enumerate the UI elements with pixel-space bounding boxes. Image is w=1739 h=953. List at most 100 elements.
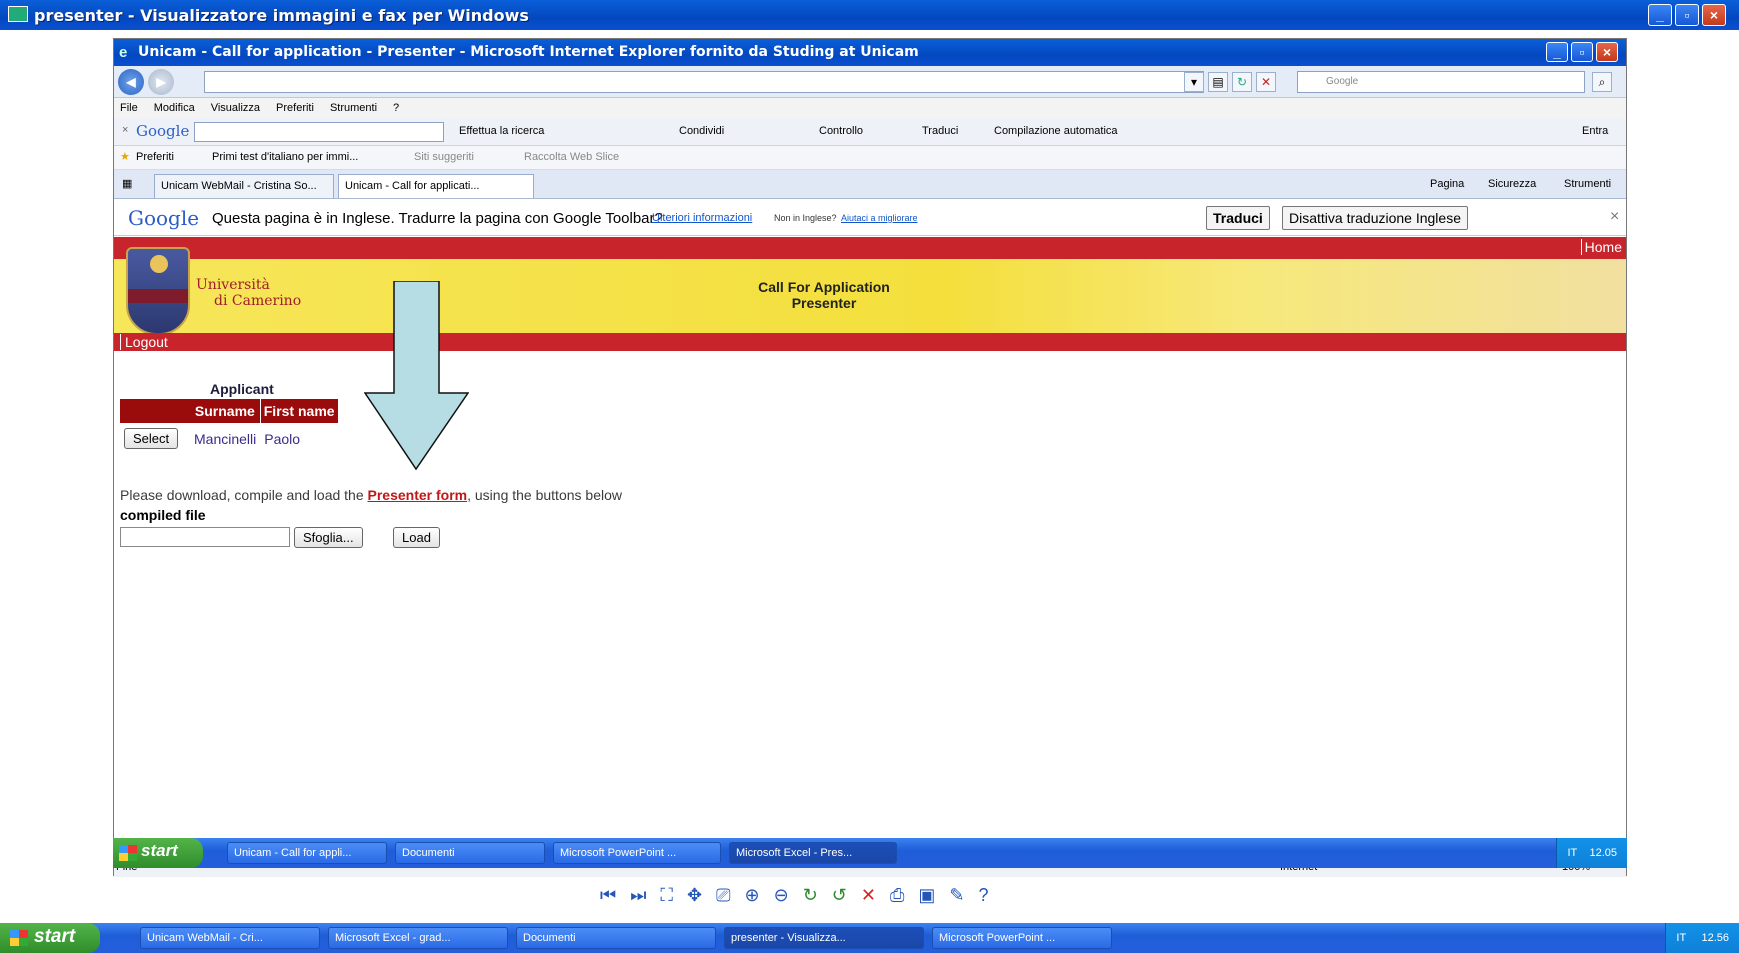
favorite-item-3[interactable]: Raccolta Web Slice xyxy=(524,151,619,163)
presenter-form-link[interactable]: Presenter form xyxy=(368,487,468,503)
column-first-name: First name xyxy=(259,399,338,423)
task-webmail[interactable]: Unicam WebMail - Cri... xyxy=(140,927,320,949)
home-link[interactable]: Home xyxy=(1580,239,1622,255)
autofill-button[interactable]: Compilazione automatica xyxy=(994,125,1118,137)
header-top-bar: Home xyxy=(114,237,1626,259)
compat-view-icon[interactable]: ▤ xyxy=(1208,72,1228,92)
menu-view[interactable]: Visualizza xyxy=(211,102,260,114)
print-icon[interactable]: ⎙ xyxy=(890,885,904,906)
actual-size-icon[interactable]: ✥ xyxy=(687,885,702,906)
more-info-link[interactable]: Ulteriori informazioni xyxy=(652,212,752,224)
ie-close-button[interactable]: × xyxy=(1596,42,1618,62)
menu-edit[interactable]: Modifica xyxy=(154,102,195,114)
start-button[interactable]: start xyxy=(0,923,100,953)
logout-link[interactable]: Logout xyxy=(120,334,168,350)
search-placeholder: Google xyxy=(1326,76,1359,87)
inner-task-ie[interactable]: Unicam - Call for appli... xyxy=(227,842,387,864)
task-presenter[interactable]: presenter - Visualizza... xyxy=(724,927,924,949)
select-button[interactable]: Select xyxy=(124,428,179,449)
maximize-button[interactable]: ▫ xyxy=(1675,4,1699,26)
page-menu[interactable]: Pagina xyxy=(1430,178,1464,190)
viewer-title: presenter - Visualizzatore immagini e fa… xyxy=(34,6,529,25)
quick-tabs-icon[interactable]: ▦ xyxy=(122,177,132,190)
close-button[interactable]: × xyxy=(1702,4,1726,26)
url-input[interactable] xyxy=(204,71,1204,93)
google-search-input[interactable] xyxy=(194,122,444,142)
menu-help[interactable]: ? xyxy=(393,102,399,114)
inner-task-powerpoint[interactable]: Microsoft PowerPoint ... xyxy=(553,842,721,864)
inner-start-label: start xyxy=(141,841,178,860)
viewer-title-bar: presenter - Visualizzatore immagini e fa… xyxy=(0,0,1739,30)
search-icon[interactable]: ⌕ xyxy=(1592,72,1612,92)
task-documents[interactable]: Documenti xyxy=(516,927,716,949)
favorites-button[interactable]: Preferiti xyxy=(136,151,174,163)
rotate-counterclockwise-icon[interactable]: ↺ xyxy=(832,885,847,906)
google-search-button[interactable]: Effettua la ricerca xyxy=(459,125,544,137)
favorites-bar: ★ Preferiti Primi test d'italiano per im… xyxy=(114,146,1626,170)
zoom-in-icon[interactable]: ⊕ xyxy=(745,885,760,906)
search-input[interactable]: Google xyxy=(1297,71,1585,93)
forward-arrow-icon[interactable]: ▶ xyxy=(148,69,174,95)
browse-button[interactable]: Sfoglia... xyxy=(294,527,363,548)
zoom-out-icon[interactable]: ⊖ xyxy=(774,885,789,906)
security-menu[interactable]: Sicurezza xyxy=(1488,178,1536,190)
applicant-title: Applicant xyxy=(210,381,274,397)
instruction-after: , using the buttons below xyxy=(467,487,622,503)
favorites-star-icon: ★ xyxy=(120,151,130,163)
translate-button[interactable]: Traduci xyxy=(1206,206,1270,230)
translate-menu-button[interactable]: Traduci xyxy=(922,125,958,137)
tab-webmail[interactable]: Unicam WebMail - Cristina So... xyxy=(154,174,334,198)
close-toolbar-icon[interactable]: × xyxy=(122,124,128,136)
system-tray: IT 12.56 xyxy=(1665,923,1739,953)
task-powerpoint[interactable]: Microsoft PowerPoint ... xyxy=(932,927,1112,949)
translate-google-logo: Google xyxy=(128,206,200,230)
instruction-before: Please download, compile and load the xyxy=(120,487,368,503)
logo-text-2: di Camerino xyxy=(214,293,302,309)
help-icon[interactable]: ? xyxy=(979,885,989,906)
file-path-input[interactable] xyxy=(120,527,290,547)
rotate-clockwise-icon[interactable]: ↻ xyxy=(803,885,818,906)
edit-icon[interactable]: ✎ xyxy=(949,885,964,906)
inner-task-documents[interactable]: Documenti xyxy=(395,842,545,864)
slideshow-icon[interactable]: ⎚ xyxy=(716,885,730,906)
ie-title-bar: e Unicam - Call for application - Presen… xyxy=(114,39,1626,66)
favorite-item-1[interactable]: Primi test d'italiano per immi... xyxy=(212,151,358,163)
signin-button[interactable]: Entra xyxy=(1582,125,1608,137)
inner-taskbar: start Unicam - Call for appli... Documen… xyxy=(113,838,1627,868)
refresh-icon[interactable]: ↻ xyxy=(1232,72,1252,92)
check-button[interactable]: Controllo xyxy=(819,125,863,137)
previous-image-icon[interactable]: ⏮ xyxy=(600,885,616,906)
load-button[interactable]: Load xyxy=(393,527,440,548)
delete-icon[interactable]: ✕ xyxy=(861,885,876,906)
menu-file[interactable]: File xyxy=(120,102,138,114)
disable-translation-button[interactable]: Disattiva traduzione Inglese xyxy=(1282,206,1468,230)
inner-task-excel[interactable]: Microsoft Excel - Pres... xyxy=(729,842,897,864)
menu-tools[interactable]: Strumenti xyxy=(330,102,377,114)
menu-favorites[interactable]: Preferiti xyxy=(276,102,314,114)
stop-icon[interactable]: ✕ xyxy=(1256,72,1276,92)
header-title: Call For Application xyxy=(758,279,890,295)
inner-start-button[interactable]: start xyxy=(113,838,203,868)
close-translate-bar-icon[interactable]: × xyxy=(1610,208,1619,226)
task-excel[interactable]: Microsoft Excel - grad... xyxy=(328,927,508,949)
favorite-item-2[interactable]: Siti suggeriti xyxy=(414,151,474,163)
share-button[interactable]: Condividi xyxy=(679,125,724,137)
best-fit-icon[interactable]: ⛶ xyxy=(660,885,673,906)
table-header-blank xyxy=(120,399,190,423)
minimize-button[interactable]: _ xyxy=(1648,4,1672,26)
next-image-icon[interactable]: ⏭ xyxy=(630,885,646,906)
cell-surname: Mancinelli xyxy=(194,430,257,447)
tools-menu[interactable]: Strumenti xyxy=(1564,178,1611,190)
logo-text-1: Università xyxy=(196,277,270,293)
header-banner: Università di Camerino Call For Applicat… xyxy=(114,259,1626,333)
save-icon[interactable]: ▣ xyxy=(918,885,935,906)
ie-maximize-button[interactable]: ▫ xyxy=(1571,42,1593,62)
ie-title: Unicam - Call for application - Presente… xyxy=(138,44,919,60)
tab-call-for-application[interactable]: Unicam - Call for applicati... xyxy=(338,174,534,198)
ie-minimize-button[interactable]: _ xyxy=(1546,42,1568,62)
help-improve-link[interactable]: Aiutaci a migliorare xyxy=(841,213,918,223)
back-arrow-icon[interactable]: ◀ xyxy=(118,69,144,95)
url-dropdown-icon[interactable]: ▾ xyxy=(1184,72,1204,92)
web-page: Home Università di Camerino Call For App… xyxy=(114,237,1626,857)
compiled-file-label: compiled file xyxy=(120,507,206,523)
